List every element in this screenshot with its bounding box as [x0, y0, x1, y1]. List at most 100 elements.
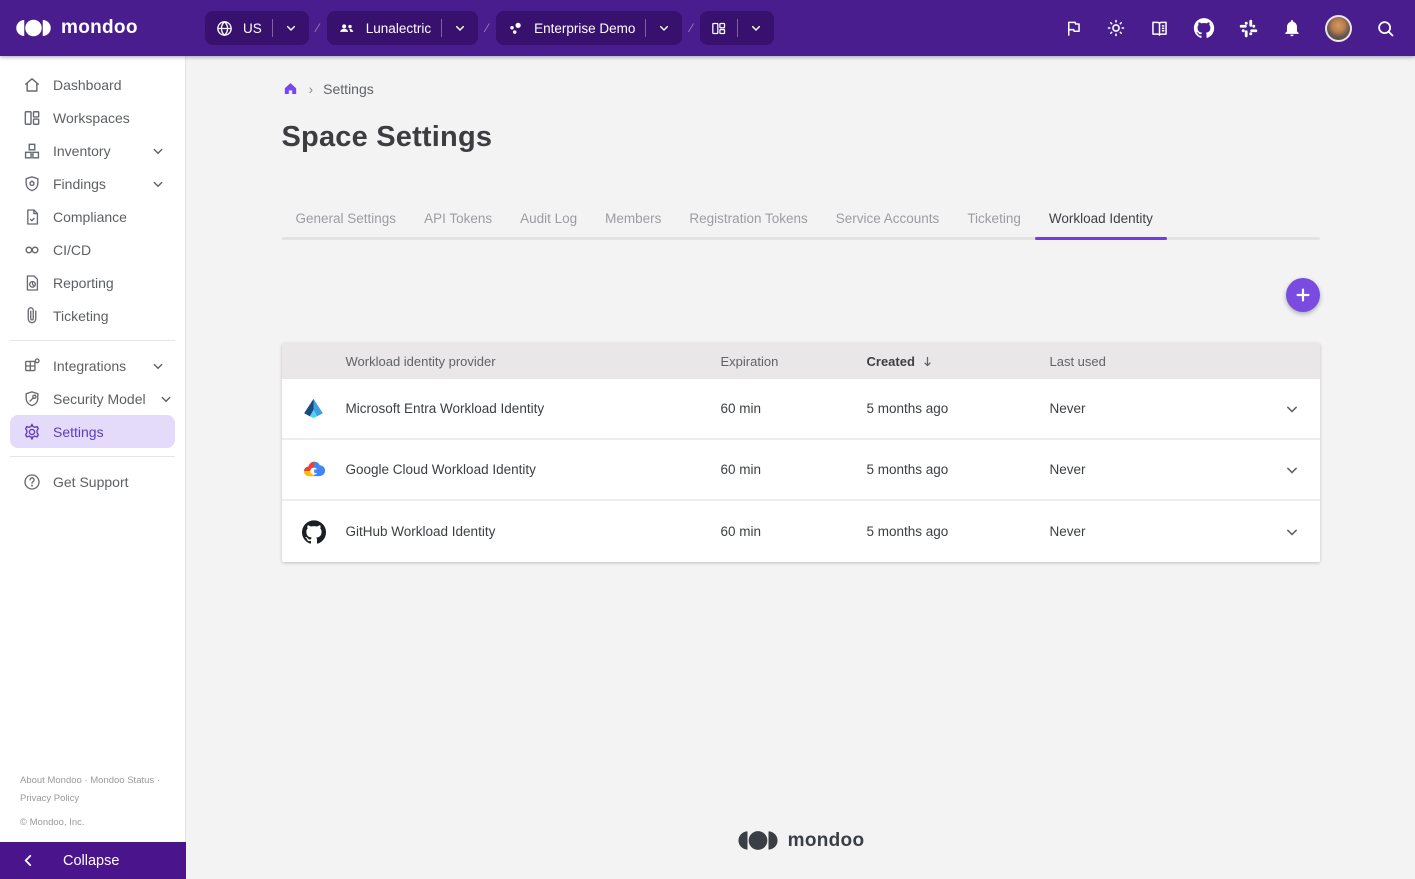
mondoo-status-link[interactable]: Mondoo Status [90, 775, 154, 786]
sidebar-divider [10, 340, 175, 341]
region-label: US [243, 20, 262, 36]
documentation-icon[interactable] [1149, 18, 1170, 39]
selector-separator: ⁄ [690, 21, 693, 35]
sidebar-item-inventory[interactable]: Inventory [10, 134, 175, 167]
shield-wrench-icon [22, 389, 42, 409]
last-used-value: Never [1049, 401, 1086, 417]
github-provider-icon [301, 519, 327, 545]
plus-icon [1293, 285, 1313, 305]
created-value: 5 months ago [866, 401, 949, 417]
context-selectors: US ⁄ Lunalectric ⁄ Enterprise Demo ⁄ [205, 11, 775, 45]
slack-icon[interactable] [1238, 18, 1259, 39]
topbar: mondoo US ⁄ Lunalectric ⁄ Enterprise Dem… [0, 0, 1415, 56]
mondoo-footer-logo-icon [737, 828, 779, 853]
github-icon[interactable] [1193, 17, 1215, 39]
column-header-expiration[interactable]: Expiration [721, 354, 867, 369]
pill-divider [441, 19, 443, 37]
sidebar-item-get-support[interactable]: Get Support [10, 465, 175, 498]
tab-api-tokens[interactable]: API Tokens [410, 211, 506, 240]
expiration-value: 60 min [720, 401, 762, 417]
tab-ticketing[interactable]: Ticketing [953, 211, 1035, 240]
sidebar-item-label: Get Support [53, 473, 129, 490]
search-icon[interactable] [1375, 18, 1396, 39]
chevron-down-icon [748, 20, 764, 36]
table-row-google-cloud[interactable]: Google Cloud Workload Identity 60 min 5 … [281, 440, 1320, 502]
expand-row-chevron-icon[interactable] [1282, 460, 1302, 480]
created-value: 5 months ago [866, 462, 949, 478]
table-row-github[interactable]: GitHub Workload Identity 60 min 5 months… [281, 501, 1320, 563]
organization-icon [337, 18, 357, 38]
sort-desc-icon [920, 354, 935, 369]
workspace-grid-icon [710, 20, 727, 37]
chevron-down-icon [149, 142, 167, 160]
sidebar-item-label: Reporting [53, 274, 114, 291]
sidebar-item-label: Findings [53, 175, 106, 192]
sidebar-item-cicd[interactable]: CI/CD [10, 233, 175, 266]
pill-divider [271, 19, 273, 37]
provider-name: Google Cloud Workload Identity [345, 462, 536, 478]
footer-brand-name: mondoo [787, 829, 865, 851]
column-header-created-label: Created [866, 353, 915, 369]
collapse-sidebar-button[interactable]: Collapse [0, 842, 186, 879]
sidebar-item-label: Integrations [53, 357, 127, 374]
sidebar-item-findings[interactable]: Findings [10, 167, 175, 200]
sidebar-item-reporting[interactable]: Reporting [10, 266, 175, 299]
organization-selector[interactable]: Lunalectric [326, 11, 479, 45]
about-mondoo-link[interactable]: About Mondoo [20, 775, 82, 786]
paperclip-icon [22, 306, 42, 326]
sidebar-item-label: CI/CD [53, 241, 92, 258]
sidebar-item-workspaces[interactable]: Workspaces [10, 101, 175, 134]
chevron-down-icon [656, 20, 672, 36]
tab-audit-log[interactable]: Audit Log [506, 211, 591, 240]
selector-separator: ⁄ [316, 21, 319, 35]
column-header-created[interactable]: Created [867, 354, 1050, 369]
workload-identity-table: Workload identity provider Expiration Cr… [281, 343, 1320, 563]
tab-service-accounts[interactable]: Service Accounts [822, 211, 954, 240]
sidebar-item-label: Workspaces [53, 109, 130, 126]
last-used-value: Never [1049, 524, 1086, 540]
table-header-row: Workload identity provider Expiration Cr… [281, 343, 1320, 380]
mondoo-logo[interactable]: mondoo [0, 17, 186, 39]
region-selector[interactable]: US [205, 11, 309, 45]
breadcrumb-home-icon[interactable] [282, 80, 299, 97]
settings-tabs: General Settings API Tokens Audit Log Me… [281, 211, 1320, 241]
column-header-last-used[interactable]: Last used [1050, 354, 1264, 369]
sidebar-item-security-model[interactable]: Security Model [10, 382, 175, 415]
page-footer-logo: mondoo [737, 828, 865, 879]
sidebar-divider [10, 456, 175, 457]
theme-light-icon[interactable] [1106, 18, 1126, 38]
table-row-microsoft-entra[interactable]: Microsoft Entra Workload Identity 60 min… [281, 379, 1320, 441]
user-avatar[interactable] [1325, 14, 1352, 42]
link-separator: · [156, 774, 160, 786]
breadcrumb: › Settings [282, 80, 1320, 97]
sidebar-item-label: Settings [53, 423, 104, 440]
sidebar-item-settings[interactable]: Settings [10, 415, 175, 448]
sidebar-item-integrations[interactable]: Integrations [10, 349, 175, 382]
expand-row-chevron-icon[interactable] [1282, 399, 1302, 419]
link-separator: · [84, 774, 88, 786]
sidebar-item-dashboard[interactable]: Dashboard [10, 68, 175, 101]
tab-members[interactable]: Members [591, 211, 675, 240]
document-check-icon [22, 207, 42, 227]
tab-general-settings[interactable]: General Settings [282, 211, 411, 240]
expand-row-chevron-icon[interactable] [1282, 522, 1302, 542]
tab-workload-identity[interactable]: Workload Identity [1034, 211, 1167, 241]
created-value: 5 months ago [866, 524, 949, 540]
space-selector[interactable]: Enterprise Demo [496, 11, 683, 45]
provider-name: Microsoft Entra Workload Identity [345, 401, 545, 417]
sidebar-item-label: Security Model [53, 390, 146, 407]
shield-bug-icon [22, 174, 42, 194]
organization-label: Lunalectric [365, 20, 432, 36]
sidebar-item-ticketing[interactable]: Ticketing [10, 299, 175, 332]
flag-icon[interactable] [1064, 19, 1083, 38]
globe-icon [215, 19, 234, 38]
workspace-selector[interactable] [700, 11, 775, 45]
provider-name: GitHub Workload Identity [345, 524, 496, 540]
main-content: › Settings Space Settings General Settin… [186, 56, 1415, 879]
notifications-icon[interactable] [1282, 18, 1302, 38]
sidebar-item-compliance[interactable]: Compliance [10, 200, 175, 233]
privacy-policy-link[interactable]: Privacy Policy [20, 793, 79, 804]
tab-registration-tokens[interactable]: Registration Tokens [675, 211, 821, 240]
add-workload-identity-button[interactable] [1285, 278, 1320, 313]
column-header-provider[interactable]: Workload identity provider [346, 354, 721, 369]
